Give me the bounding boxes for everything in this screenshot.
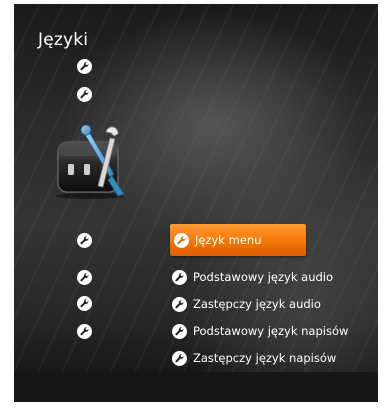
menu-item-zastepczy-jezyk-audio[interactable]: Zastępczy język audio: [172, 291, 321, 317]
wrench-icon: [77, 233, 92, 248]
menu-item-podstawowy-jezyk-audio[interactable]: Podstawowy język audio: [172, 264, 333, 290]
menu-item-label: Zastępczy język napisów: [193, 351, 337, 365]
page-title: Języki: [38, 30, 89, 50]
wrench-icon: [77, 87, 92, 102]
menu-item-label: Podstawowy język audio: [193, 270, 334, 284]
tv-menu-screen: Języki Język menu Podstawowy język audio…: [14, 4, 378, 402]
wrench-icon: [172, 296, 187, 312]
wrench-icon: [77, 296, 92, 311]
wrench-icon: [77, 324, 92, 339]
menu-item-jezyk-menu[interactable]: Język menu: [170, 224, 306, 256]
menu-item-label: Język menu: [195, 233, 262, 247]
menu-item-podstawowy-jezyk-napisow[interactable]: Podstawowy język napisów: [172, 318, 348, 344]
bottom-bar: [14, 372, 378, 402]
wrench-icon: [174, 232, 189, 248]
wrench-icon: [172, 323, 187, 339]
toolbox-icon: [56, 124, 125, 199]
wrench-icon: [172, 269, 187, 285]
wrench-icon: [77, 59, 92, 74]
menu-item-label: Podstawowy język napisów: [193, 324, 349, 338]
menu-item-label: Zastępczy język audio: [193, 297, 321, 311]
wrench-icon: [172, 350, 187, 366]
menu-item-zastepczy-jezyk-napisow[interactable]: Zastępczy język napisów: [172, 345, 336, 371]
wrench-icon: [77, 270, 92, 285]
